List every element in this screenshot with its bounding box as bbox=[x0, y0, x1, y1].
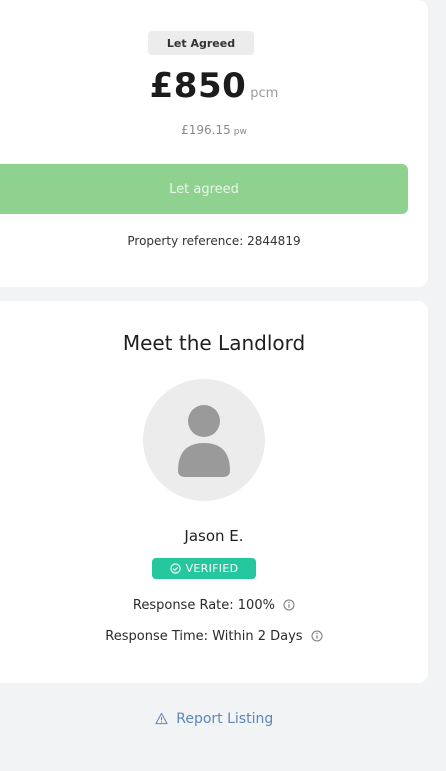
verified-badge: VERIFIED bbox=[152, 558, 256, 579]
landlord-card: Meet the Landlord Jason E. VERIFIED Resp… bbox=[0, 301, 428, 683]
response-time: Response Time: Within 2 Days bbox=[105, 629, 303, 644]
status-badge: Let Agreed bbox=[148, 31, 254, 55]
price-card: Let Agreed £850 pcm £196.15 pw Let agreed … bbox=[0, 0, 428, 287]
avatar bbox=[143, 379, 265, 501]
monthly-price: £850 bbox=[149, 66, 247, 106]
weekly-price: £196.15 bbox=[181, 123, 231, 137]
weekly-price-unit: pw bbox=[233, 127, 247, 137]
let-agreed-button[interactable]: Let agreed bbox=[0, 164, 408, 214]
report-listing-label[interactable]: Report Listing bbox=[176, 711, 273, 727]
report-listing-link[interactable]: Report Listing bbox=[0, 711, 428, 729]
landlord-heading: Meet the Landlord bbox=[122, 331, 306, 355]
property-reference: Property reference: 2844819 bbox=[127, 234, 301, 248]
response-rate: Response Rate: 100% bbox=[132, 598, 275, 613]
response-time-row: Response Time: Within 2 Days bbox=[0, 629, 428, 646]
warning-triangle-icon bbox=[155, 712, 168, 729]
info-icon[interactable] bbox=[311, 630, 323, 646]
price-row: £850 pcm bbox=[0, 66, 428, 106]
check-circle-icon bbox=[169, 563, 181, 574]
user-silhouette-icon bbox=[178, 405, 230, 477]
verified-label: VERIFIED bbox=[185, 562, 239, 575]
response-rate-row: Response Rate: 100% bbox=[0, 598, 428, 615]
landlord-name: Jason E. bbox=[184, 527, 244, 545]
monthly-price-unit: pcm bbox=[250, 86, 279, 101]
weekly-price-row: £196.15 pw bbox=[0, 119, 428, 138]
info-icon[interactable] bbox=[283, 599, 295, 615]
